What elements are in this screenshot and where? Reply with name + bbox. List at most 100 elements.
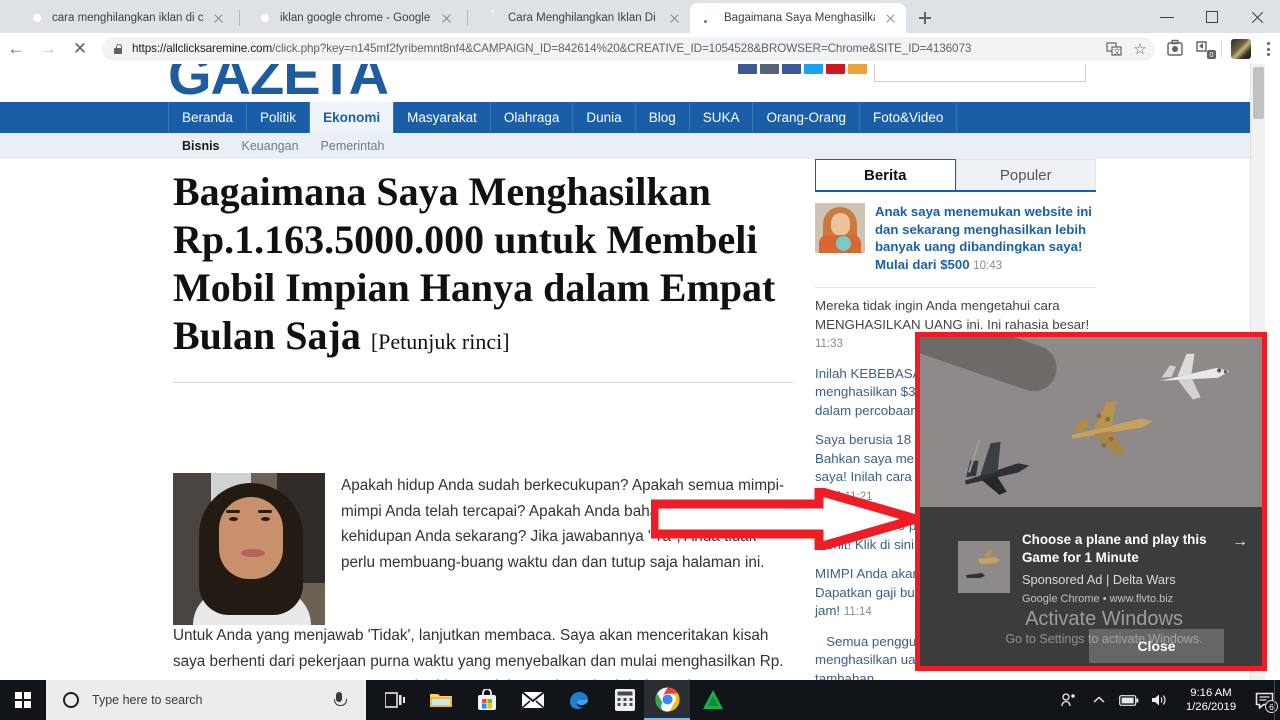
arrow-right-icon[interactable]: → [1232,533,1248,551]
site-logo[interactable]: GAZETA [168,64,389,107]
tab-title: Bagaimana Saya Menghasilkan R [724,12,875,24]
battery-icon[interactable] [1114,680,1144,720]
clock[interactable]: 9:16 AM 1/26/2019 [1174,680,1248,720]
back-button[interactable]: ← [0,33,32,64]
nav-item-beranda[interactable]: Beranda [168,102,248,133]
forward-button[interactable]: → [32,33,64,64]
lock-icon [114,43,124,54]
file-explorer-icon[interactable] [418,680,464,720]
site-search-input[interactable] [874,64,1086,82]
nav-item-foto-video[interactable]: Foto&Video [860,102,958,133]
google-favicon [257,10,273,26]
window-close-button[interactable] [1235,0,1280,33]
chrome-menu-icon[interactable] [1256,33,1280,64]
browser-tab-2[interactable]: iklan google chrome - Google Se [246,3,462,33]
subnav-item-pemerintah[interactable]: Pemerintah [321,139,385,153]
nav-item-ekonomi[interactable]: Ekonomi [310,102,395,133]
nav-item-orang-orang[interactable]: Orang-Orang [753,102,861,133]
close-icon[interactable] [210,10,226,26]
show-desktop-button[interactable] [1274,680,1280,720]
featured-news-item[interactable]: Anak saya menemukan website ini dan seka… [815,192,1096,288]
translate-icon[interactable]: 文 [1105,40,1123,58]
extension-icon[interactable]: 0 [1189,33,1217,64]
social-icon-vk[interactable] [782,64,801,74]
system-tray: 9:16 AM 1/26/2019 6 [1054,680,1280,720]
extension-badge-count: 0 [1206,50,1216,59]
nav-item-politik[interactable]: Politik [247,102,311,133]
social-icon-facebook[interactable] [738,64,757,74]
toolbar-divider [1221,39,1222,58]
windows-logo-icon [15,692,31,708]
nav-item-blog[interactable]: Blog [636,102,690,133]
minimize-button[interactable] [1145,0,1190,33]
close-icon[interactable] [666,10,682,26]
scrollbar-thumb[interactable] [1253,67,1264,119]
social-icon-rss[interactable] [848,64,867,74]
sidebar-tabs: Berita Populer [815,159,1096,192]
social-icon-youtube[interactable] [826,64,845,74]
subnav-item-bisnis[interactable]: Bisnis [182,139,220,153]
article-paragraph-2: Untuk Anda yang menjawab 'Tidak', lanjut… [173,627,784,680]
google-favicon [29,10,45,26]
bookmark-star-icon[interactable]: ☆ [1131,40,1149,58]
maximize-button[interactable] [1190,0,1235,33]
clock-date: 1/26/2019 [1185,701,1237,713]
sub-navigation: Bisnis Keuangan Pemerintah [0,133,1265,159]
page-title: Bagaimana Saya Menghasilkan Rp.1.163.500… [173,168,793,366]
article: Bagaimana Saya Menghasilkan Rp.1.163.500… [173,168,793,680]
ad-title: Choose a plane and play this Game for 1 … [1022,532,1207,565]
microsoft-edge-icon[interactable] [556,680,602,720]
main-navigation: Beranda Politik Ekonomi Masyarakat Olahr… [0,102,1265,133]
microphone-icon[interactable] [332,691,347,709]
blue-arrow-favicon [485,10,501,26]
search-input[interactable]: Type here to search [46,680,366,720]
search-placeholder: Type here to search [92,693,203,707]
profile-avatar[interactable] [1231,38,1251,59]
people-icon[interactable] [1054,680,1084,720]
close-icon[interactable] [882,10,898,26]
browser-tab-3[interactable]: Cara Menghilangkan Iklan Di Go [474,3,690,33]
nav-item-olahraga[interactable]: Olahraga [491,102,574,133]
calculator-icon[interactable] [602,680,648,720]
new-tab-button[interactable] [914,7,936,29]
ad-popup-content: Choose a plane and play this Game for 1 … [920,337,1262,666]
microsoft-store-icon[interactable] [464,680,510,720]
subnav-item-keuangan[interactable]: Keuangan [242,139,299,153]
browser-tab-4-active[interactable]: Bagaimana Saya Menghasilkan R [690,3,906,33]
chevron-up-icon[interactable] [1084,680,1114,720]
url-host: https://allclicksaremine.com [132,42,273,55]
volume-icon[interactable] [1144,680,1174,720]
google-chrome-icon[interactable] [644,680,690,720]
browser-tab-1[interactable]: cara menghilangkan iklan di chro [18,3,234,33]
ad-popup-window[interactable]: Choose a plane and play this Game for 1 … [915,332,1267,671]
address-bar[interactable]: https://allclicksaremine.com/click.php?k… [102,36,1155,61]
news-item-time: 11:14 [843,606,872,618]
stop-loading-button[interactable]: ✕ [64,33,96,64]
social-icon-generic[interactable] [760,64,779,74]
ad-game-image [920,337,1262,507]
tab-berita[interactable]: Berita [815,159,956,190]
nav-item-dunia[interactable]: Dunia [573,102,636,133]
social-icons[interactable] [738,64,867,74]
url-text: https://allclicksaremine.com/click.php?k… [132,42,1097,55]
girl-thumbnail [815,203,865,253]
tab-populer[interactable]: Populer [955,159,1096,190]
game-thumbnail [958,541,1010,593]
task-view-icon[interactable] [372,680,418,720]
close-icon[interactable] [438,10,454,26]
nav-item-masyarakat[interactable]: Masyarakat [394,102,491,133]
mail-icon[interactable] [510,680,556,720]
site-header: GAZETA [0,64,1265,106]
tab-title: cara menghilangkan iklan di chro [52,12,203,24]
close-button[interactable]: Close [1089,629,1224,663]
planes-illustration [964,353,1230,495]
green-triangle-app-icon[interactable] [690,680,736,720]
woman-portrait-image [173,473,325,625]
social-icon-twitter[interactable] [804,64,823,74]
start-button[interactable] [0,680,46,720]
tab-separator [467,10,468,26]
window-controls [1145,0,1280,33]
screenshot-icon[interactable] [1161,33,1189,64]
cortana-circle-icon [63,692,79,708]
nav-item-suka[interactable]: SUKA [690,102,754,133]
